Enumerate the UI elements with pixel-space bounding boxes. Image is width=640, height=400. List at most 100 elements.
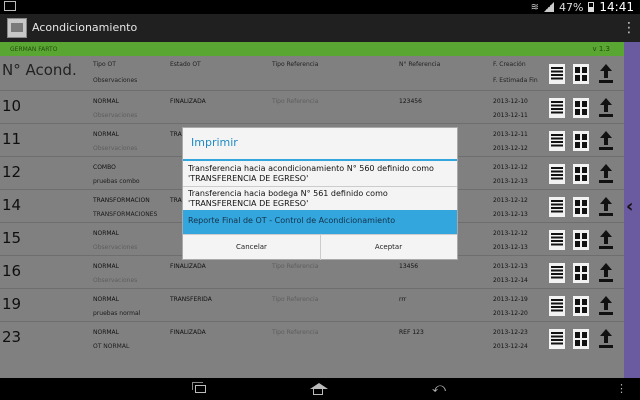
row-tipo-referencia: Tipo Referencia	[272, 263, 319, 270]
upload-icon[interactable]	[598, 164, 614, 184]
back-icon[interactable]: ⤺	[432, 382, 450, 396]
row-f-estimada: 2013-12-13	[493, 244, 528, 251]
user-name: GERMAN FARTO	[10, 46, 58, 53]
row-tipo-ot: TRANSFORMACION	[93, 197, 150, 204]
dialog-title-divider	[183, 159, 457, 161]
row-f-estimada: 2013-12-12	[493, 145, 528, 152]
row-f-estimada: 2013-12-20	[493, 310, 528, 317]
action-bar: Acondicionamiento ⋮	[0, 14, 640, 42]
home-icon[interactable]	[310, 382, 328, 396]
app-title: Acondicionamiento	[32, 21, 138, 34]
row-tipo-ot: COMBO	[93, 164, 116, 171]
list-icon[interactable]	[549, 98, 565, 118]
row-tipo-referencia: Tipo Referencia	[272, 329, 319, 336]
list-icon[interactable]	[549, 329, 565, 349]
app-version: v 1.3	[592, 45, 611, 53]
row-observaciones: Observaciones	[93, 244, 138, 251]
print-option-transfer-bodega[interactable]: Transferencia hacia bodega N° 561 defini…	[183, 186, 457, 210]
chevron-left-icon[interactable]: ‹	[626, 196, 633, 217]
row-n-referencia: rrr	[399, 296, 407, 303]
upload-icon[interactable]	[598, 64, 614, 84]
row-tipo-ot: NORMAL	[93, 296, 120, 303]
grid-icon[interactable]	[573, 64, 589, 84]
recent-apps-icon[interactable]	[192, 382, 208, 396]
upload-icon[interactable]	[598, 98, 614, 118]
row-f-estimada: 2013-12-11	[493, 112, 528, 119]
row-estado-ot: TRA	[170, 197, 182, 204]
header-tipo-referencia: Tipo Referencia	[272, 61, 319, 68]
row-f-estimada: 2013-12-24	[493, 343, 528, 350]
status-bar: ≋ 47% 14:41	[0, 0, 640, 14]
upload-icon[interactable]	[598, 197, 614, 217]
option-line: Transferencia hacia acondicionamiento N°…	[188, 164, 434, 173]
app-icon[interactable]	[7, 18, 27, 38]
row-n-acond: 14	[2, 196, 22, 214]
print-option-transfer-acond[interactable]: Transferencia hacia acondicionamiento N°…	[183, 162, 457, 186]
row-observaciones: OT NORMAL	[93, 343, 130, 350]
row-observaciones: Observaciones	[93, 112, 138, 119]
table-row[interactable]: 10 NORMAL Observaciones FINALIZADA Tipo Refe…	[0, 90, 624, 124]
list-icon[interactable]	[549, 197, 565, 217]
header-f-creacion: F. Creación	[493, 61, 526, 68]
overflow-menu-icon[interactable]: ⋮	[622, 20, 636, 36]
list-icon[interactable]	[549, 263, 565, 283]
row-f-estimada: 2013-12-13	[493, 178, 528, 185]
grid-icon[interactable]	[573, 98, 589, 118]
row-observaciones: pruebas normal	[93, 310, 141, 317]
row-n-acond: 10	[2, 97, 22, 115]
list-icon[interactable]	[549, 164, 565, 184]
row-tipo-referencia: Tipo Referencia	[272, 296, 319, 303]
row-f-creacion: 2013-12-12	[493, 197, 528, 204]
grid-icon[interactable]	[573, 296, 589, 316]
grid-icon[interactable]	[573, 164, 589, 184]
signal-icon	[543, 2, 554, 12]
row-observaciones: Observaciones	[93, 277, 138, 284]
row-observaciones: TRANSFORMACIONES	[93, 211, 158, 218]
list-icon[interactable]	[549, 230, 565, 250]
clock: 14:41	[599, 0, 634, 14]
upload-icon[interactable]	[598, 296, 614, 316]
grid-icon[interactable]	[573, 197, 589, 217]
menu-icon[interactable]: ⋮	[616, 382, 630, 396]
row-estado-ot: FINALIZADA	[170, 263, 206, 270]
grid-icon[interactable]	[573, 329, 589, 349]
grid-icon[interactable]	[573, 131, 589, 151]
row-n-referencia: 13456	[399, 263, 419, 270]
upload-icon[interactable]	[598, 329, 614, 349]
row-f-creacion: 2013-12-11	[493, 131, 528, 138]
header-tipo-ot: Tipo OT	[93, 61, 116, 68]
row-n-acond: 15	[2, 229, 22, 247]
row-n-acond: 11	[2, 130, 22, 148]
row-estado-ot: FINALIZADA	[170, 329, 206, 336]
screenshot-notification-icon	[4, 1, 16, 11]
row-observaciones: Observaciones	[93, 145, 138, 152]
upload-icon[interactable]	[598, 263, 614, 283]
accept-button[interactable]: Aceptar	[320, 235, 457, 260]
user-bar: GERMAN FARTO v 1.3	[0, 42, 624, 56]
list-icon[interactable]	[549, 64, 565, 84]
side-drawer-handle[interactable]: ‹	[624, 42, 640, 378]
row-n-referencia: REF 123	[399, 329, 424, 336]
row-observaciones: pruebas combo	[93, 178, 140, 185]
row-tipo-ot: NORMAL	[93, 98, 120, 105]
option-line: Reporte Final de OT - Control de Acondic…	[188, 216, 396, 225]
row-f-estimada: 2013-12-13	[493, 211, 528, 218]
row-tipo-ot: NORMAL	[93, 131, 120, 138]
cancel-button[interactable]: Cancelar	[183, 235, 321, 260]
upload-icon[interactable]	[598, 131, 614, 151]
grid-icon[interactable]	[573, 263, 589, 283]
grid-icon[interactable]	[573, 230, 589, 250]
dialog-buttons: Cancelar Aceptar	[183, 234, 457, 260]
list-icon[interactable]	[549, 296, 565, 316]
row-f-creacion: 2013-12-13	[493, 263, 528, 270]
upload-icon[interactable]	[598, 230, 614, 250]
row-f-creacion: 2013-12-12	[493, 164, 528, 171]
table-row[interactable]: 16 NORMAL Observaciones FINALIZADA Tipo Refe…	[0, 255, 624, 289]
list-icon[interactable]	[549, 131, 565, 151]
battery-percent: 47%	[558, 0, 584, 14]
row-tipo-ot: NORMAL	[93, 263, 120, 270]
print-option-final-report[interactable]: Reporte Final de OT - Control de Acondic…	[183, 210, 457, 234]
row-f-creacion: 2013-12-12	[493, 230, 528, 237]
table-row[interactable]: 23 NORMAL OT NORMAL FINALIZADA Tipo Referenc…	[0, 321, 624, 355]
table-row[interactable]: 19 NORMAL pruebas normal TRANSFERIDA Tipo Re…	[0, 288, 624, 322]
